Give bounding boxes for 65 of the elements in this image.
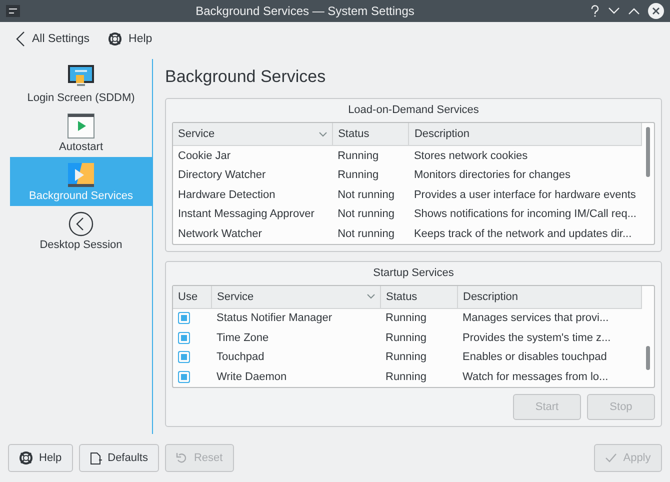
table-cell-text: Running: [336, 168, 380, 184]
document-icon: [90, 452, 102, 464]
column-header[interactable]: Description: [408, 123, 642, 146]
table-cell-text: Keeps track of the network and updates dir...: [412, 226, 633, 242]
table-cell-text: Enables or disables touchpad: [462, 350, 608, 366]
background-services-icon: [67, 162, 95, 188]
all-settings-link[interactable]: All Settings: [10, 28, 96, 50]
table-cell-text: Write Daemon: [216, 370, 288, 385]
sort-chevron-icon: [319, 132, 328, 136]
scrollbar-thumb[interactable]: [646, 127, 650, 177]
table-cell-text: Time Zone: [216, 330, 270, 346]
sidebar-item[interactable]: Autostart: [10, 108, 152, 157]
table-cell-text: Provides the system's time z...: [462, 330, 612, 346]
app-icon: [6, 5, 20, 17]
column-header[interactable]: Service: [173, 123, 333, 146]
lifebuoy-icon: [19, 451, 33, 465]
checkbox[interactable]: [178, 351, 190, 364]
defaults-button[interactable]: Defaults: [78, 444, 159, 472]
checkbox[interactable]: [178, 332, 190, 344]
sidebar-item[interactable]: Desktop Session: [10, 206, 152, 255]
table-cell-text: Shows notifications for incoming IM/Call req...: [412, 207, 638, 222]
checkbox[interactable]: [178, 370, 190, 383]
table-cell-text: Not running: [336, 207, 396, 222]
table-cell-text: Hardware Detection: [177, 188, 276, 203]
table-cell-text: Running: [384, 330, 428, 346]
scrollbar-thumb[interactable]: [646, 346, 650, 370]
window-title: Background Services — System Settings: [194, 4, 416, 18]
sidebar-item[interactable]: Login Screen (SDDM): [10, 59, 152, 108]
table-cell-text: Running: [384, 350, 428, 366]
lifebuoy-icon: [108, 32, 122, 46]
table-cell-text: Not running: [336, 188, 396, 203]
play-window-icon: [67, 112, 95, 138]
maximize-icon[interactable]: [628, 7, 640, 15]
table-cell: Running: [380, 308, 458, 328]
table-cell-text: Monitors directories for changes: [412, 168, 572, 184]
column-header[interactable]: Description: [458, 286, 642, 308]
column-header[interactable]: Status: [332, 123, 409, 146]
column-header[interactable]: Status: [380, 286, 458, 308]
table-cell: Running: [332, 146, 409, 166]
table-cell-text: Directory Watcher: [177, 168, 267, 184]
table-cell: Stores network cookies: [408, 146, 642, 166]
table-cell-text: Not running: [336, 226, 396, 242]
table-cell-text: Running: [384, 370, 428, 385]
group-title: Startup Services: [372, 266, 455, 278]
checkmark-icon: [605, 452, 618, 464]
table-cell-text: Instant Messaging Approver: [177, 207, 316, 222]
close-icon[interactable]: [648, 3, 664, 19]
table-cell-text: Provides a user interface for hardware events: [412, 188, 637, 203]
column-header[interactable]: Use: [173, 286, 212, 308]
help-icon[interactable]: [590, 5, 600, 17]
help-link[interactable]: Help: [102, 28, 158, 48]
column-header[interactable]: Service: [212, 286, 380, 308]
group-title: Load-on-Demand Services: [347, 103, 480, 116]
sort-chevron-icon: [367, 294, 375, 299]
checkbox[interactable]: [178, 312, 190, 324]
table-cell-text: Network Watcher: [177, 226, 263, 242]
undo-icon: [176, 452, 188, 464]
page-title: Background Services: [165, 67, 326, 87]
help-button[interactable]: Help: [8, 444, 73, 472]
table-cell: Manages services that provi...: [458, 308, 642, 328]
table-cell-text: Touchpad: [216, 350, 266, 366]
table-cell: Status Notifier Manager: [212, 308, 380, 328]
minimize-icon[interactable]: [608, 7, 620, 15]
table-cell-text: Watch for messages from lo...: [462, 370, 610, 385]
table-cell: Cookie Jar: [173, 146, 333, 166]
